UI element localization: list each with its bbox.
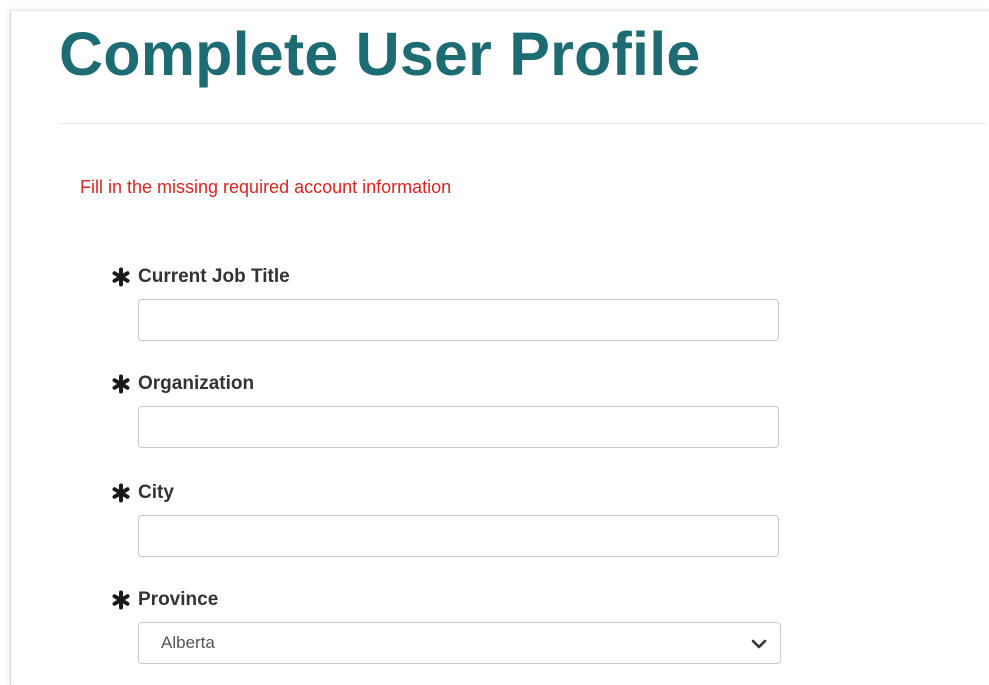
job-title-input[interactable] [138,299,779,341]
city-input[interactable] [138,515,779,557]
asterisk-icon [111,267,131,287]
asterisk-icon [111,374,131,394]
city-label-text: City [138,482,174,503]
city-label: City [111,481,174,505]
province-label: Province [111,588,218,612]
job-title-label-text: Current Job Title [138,266,290,287]
asterisk-icon [111,590,131,610]
chevron-down-icon[interactable] [750,635,768,653]
organization-label: Organization [111,372,254,396]
page-title: Complete User Profile [59,20,701,88]
required-info-alert: Fill in the missing required account inf… [80,177,452,197]
province-selected-value: Alberta [161,633,215,652]
title-divider [59,123,985,124]
asterisk-icon [111,483,131,503]
page-frame [10,10,989,685]
organization-label-text: Organization [138,373,255,394]
job-title-label: Current Job Title [111,265,290,289]
organization-input[interactable] [138,406,779,448]
province-select[interactable]: Alberta [138,622,781,664]
province-label-text: Province [138,589,219,610]
